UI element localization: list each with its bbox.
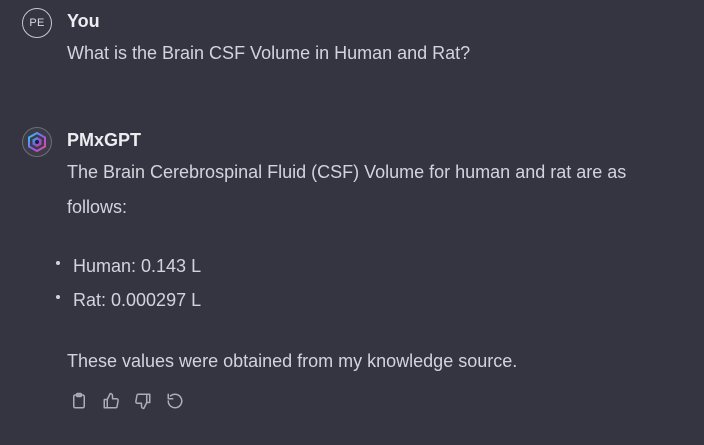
bullet-icon xyxy=(56,260,60,265)
user-message: What is the Brain CSF Volume in Human an… xyxy=(67,43,471,63)
thumbs-up-icon xyxy=(103,392,119,409)
assistant-intro: The Brain Cerebrospinal Fluid (CSF) Volu… xyxy=(67,162,627,217)
thumbs-up-button[interactable] xyxy=(100,390,122,412)
pmxgpt-logo-icon xyxy=(28,132,46,152)
list-item: Human: 0.143 L xyxy=(56,256,201,277)
chat-thread: PE You What is the Brain CSF Volume in H… xyxy=(0,0,704,445)
message-actions xyxy=(68,390,186,412)
regenerate-button[interactable] xyxy=(164,390,186,412)
assistant-avatar xyxy=(22,127,52,157)
regenerate-icon xyxy=(167,393,183,409)
assistant-name: PMxGPT xyxy=(67,130,142,150)
thumbs-down-button[interactable] xyxy=(132,390,154,412)
user-name: You xyxy=(67,11,100,31)
copy-button[interactable] xyxy=(68,390,90,412)
user-avatar: PE xyxy=(22,8,52,38)
thumbs-down-icon xyxy=(135,393,151,410)
list-item-text: Human: 0.143 L xyxy=(73,256,202,276)
bullet-icon xyxy=(56,294,60,299)
list-item: Rat: 0.000297 L xyxy=(56,290,201,311)
assistant-closing: These values were obtained from my knowl… xyxy=(67,351,518,371)
list-item-text: Rat: 0.000297 L xyxy=(73,290,202,310)
clipboard-icon xyxy=(73,392,85,409)
user-avatar-initials: PE xyxy=(29,17,45,29)
